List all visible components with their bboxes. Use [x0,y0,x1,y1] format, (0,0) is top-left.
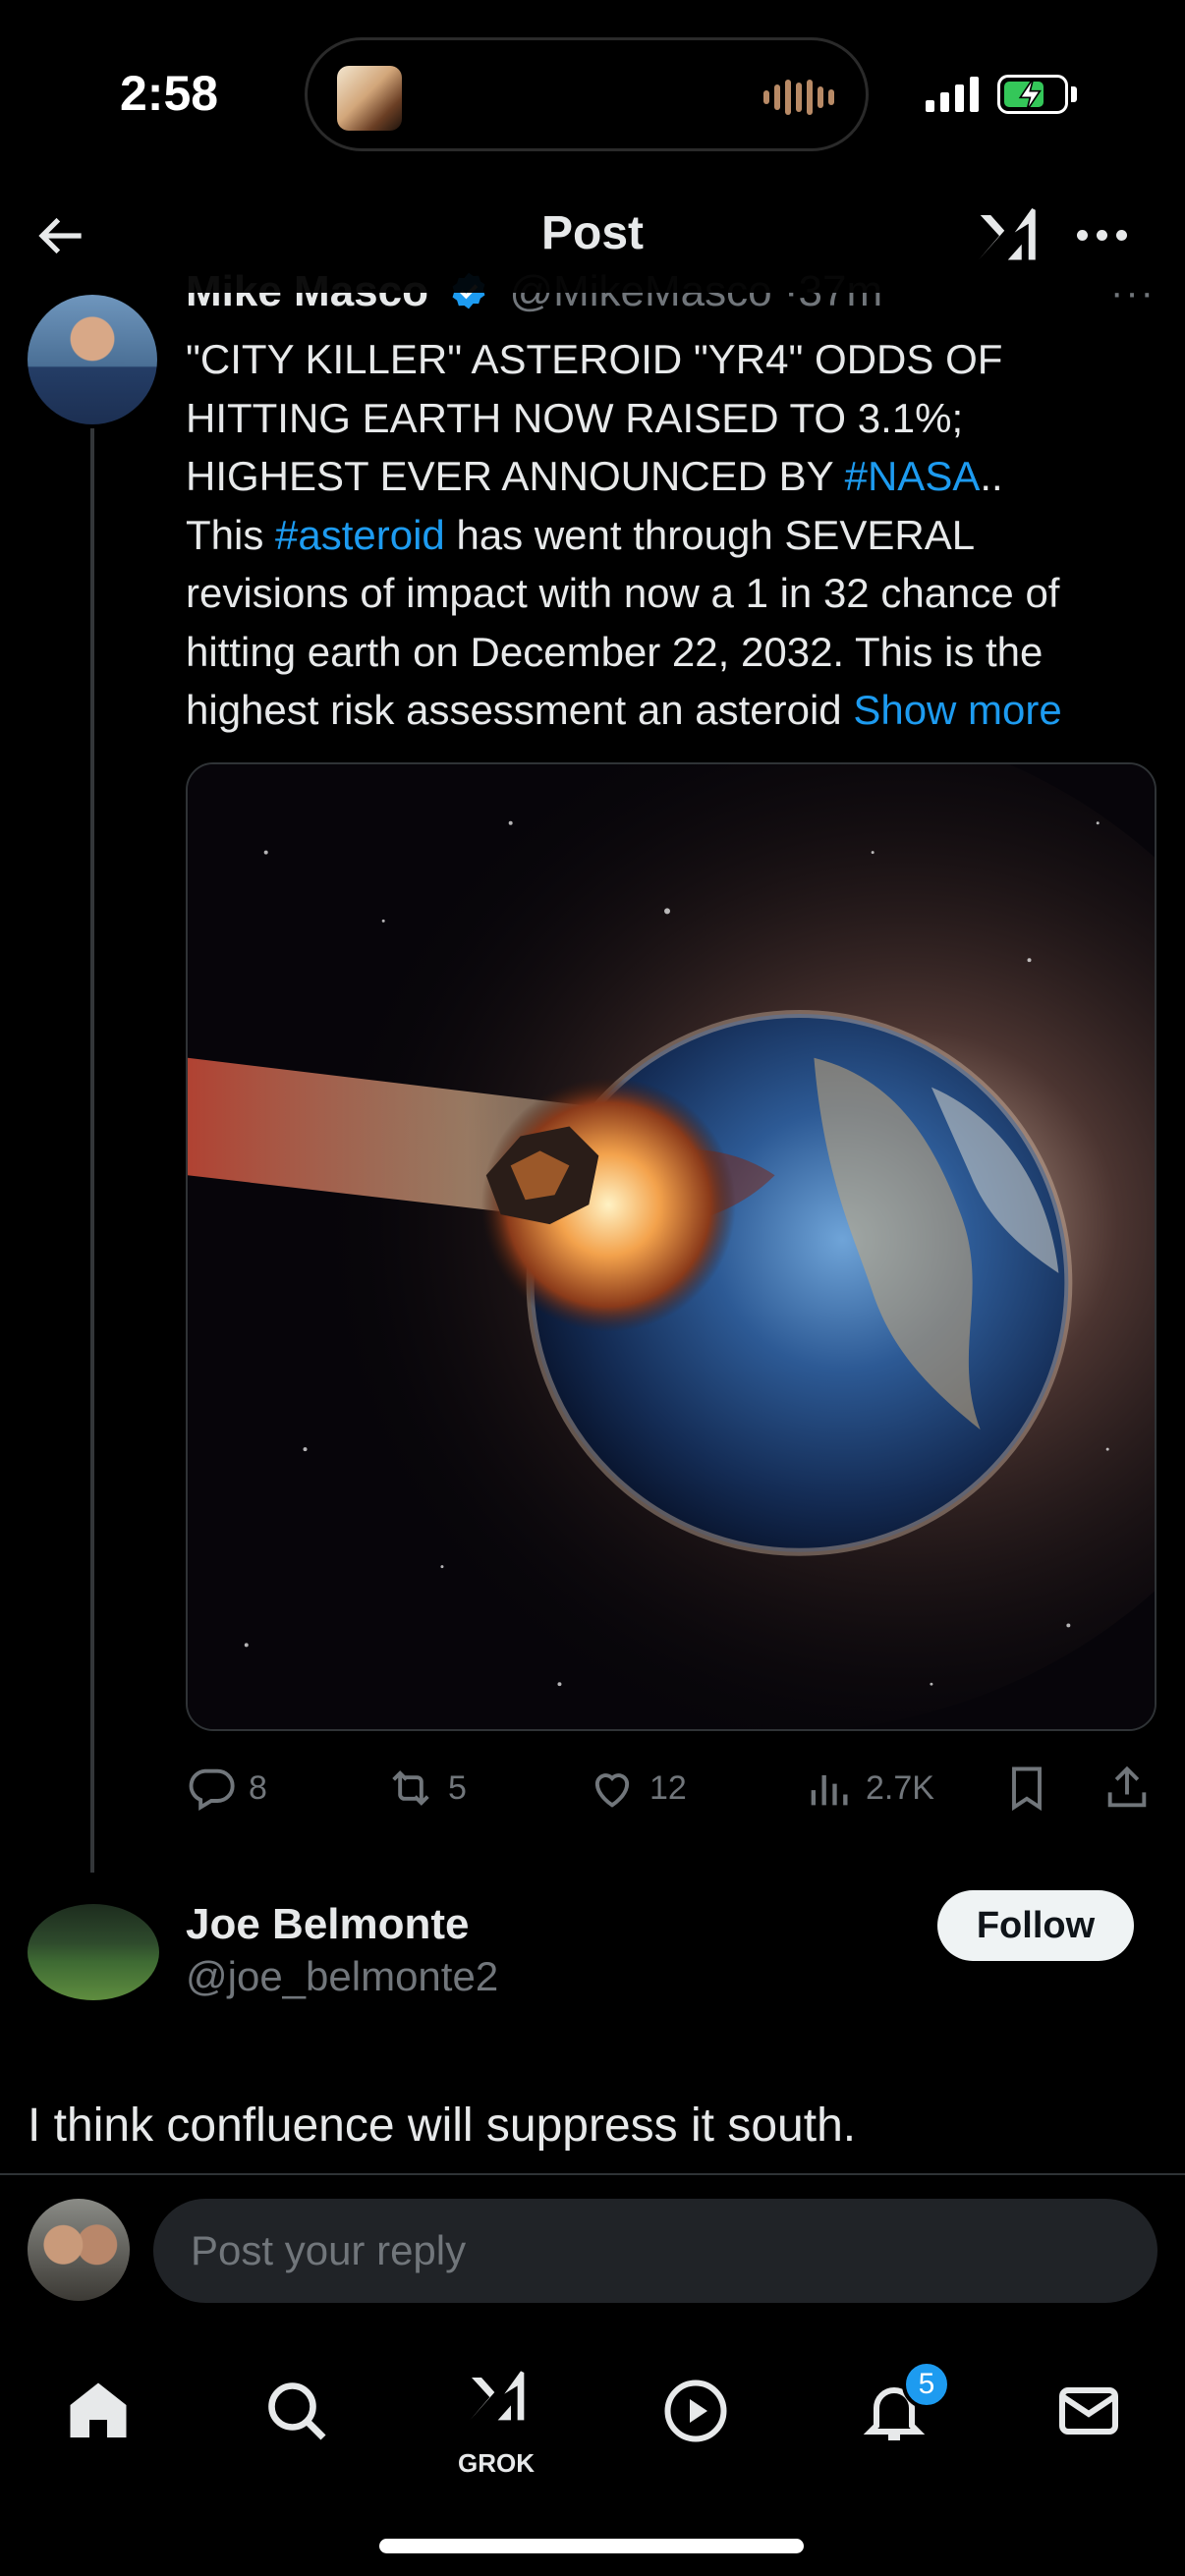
search-icon [268,2382,326,2440]
nav-video[interactable] [647,2362,745,2460]
post-text-line: HIGHEST EVER ANNOUNCED BY #NASA.. [186,447,1168,506]
follow-button[interactable]: Follow [937,1890,1134,1961]
post-text: "CITY KILLER" ASTEROID "YR4" ODDS OF HIT… [186,330,1168,740]
bookmark-action[interactable] [1001,1757,1052,1820]
post-text-line: hitting earth on December 22, 2032. This… [186,628,1044,675]
grok-label: GROK [458,2448,535,2478]
reply-author-avatar[interactable] [28,1904,159,2000]
share-icon [1107,1765,1147,1808]
post-text-line: HITTING EARTH NOW RAISED TO 3.1%; [186,394,964,441]
current-user-avatar[interactable] [28,2199,130,2301]
now-playing-artwork [337,66,402,131]
play-circle-icon [664,2380,727,2442]
views-icon [811,1775,848,1806]
post-image[interactable] [186,762,1157,1731]
post-text-line: highest risk assessment an asteroid Show… [186,681,1168,740]
nav-messages[interactable] [1040,2362,1138,2460]
post-text-line: "CITY KILLER" ASTEROID "YR4" ODDS OF [186,336,1003,382]
grok-icon[interactable] [965,195,1047,277]
dynamic-island[interactable] [305,37,869,151]
author-avatar[interactable] [28,295,157,424]
reply-author-handle: @joe_belmonte2 [186,1953,499,1999]
reply-count: 8 [249,1768,267,1807]
post-text-segment: has went through SEVERAL [444,511,976,558]
reply-action[interactable]: 8 [186,1757,267,1820]
charging-bolt-icon [1018,77,1042,112]
repost-action[interactable]: 5 [385,1757,467,1820]
share-action[interactable] [1101,1757,1153,1820]
reply-composer [0,2173,1185,2303]
nav-notifications[interactable]: 5 [845,2360,951,2460]
hashtag-asteroid-link[interactable]: #asteroid [275,512,445,558]
views-count: 2.7K [866,1768,934,1807]
post-text-segment: HIGHEST EVER ANNOUNCED BY [186,453,845,499]
asteroid-earth-image [188,764,1155,1729]
nav-home[interactable] [49,2362,147,2460]
views-action[interactable]: 2.7K [803,1757,934,1820]
mail-icon [1059,2387,1118,2435]
post-text-segment: This [186,511,276,558]
reply-text: I think confluence will suppress it sout… [28,2100,857,2152]
post-text-segment: highest risk assessment an asteroid [186,687,854,733]
repost-icon [392,1770,429,1806]
post-actions: 8 5 12 2.7K [186,1757,1168,1820]
home-icon [70,2382,127,2437]
post-text-line: This #asteroid has went through SEVERAL [186,506,1168,565]
thread-line [90,428,94,1873]
cellular-signal-icon [926,73,979,112]
heart-icon [594,1773,630,1808]
bottom-nav: GROK 5 [0,2303,1185,2576]
like-count: 12 [649,1768,687,1807]
home-indicator[interactable] [379,2539,804,2553]
audio-waveform-icon [763,78,834,117]
reply-icon [189,1768,235,1811]
reply-author-name[interactable]: Joe Belmonte [186,1900,470,1949]
notification-count-badge: 5 [902,2360,951,2409]
reply-input[interactable] [153,2199,1157,2303]
clock: 2:58 [120,66,219,121]
show-more-link[interactable]: Show more [853,687,1061,733]
nav-search[interactable] [248,2362,346,2460]
top-app-bar: Post [0,187,1185,293]
hashtag-nasa-link[interactable]: #NASA [845,453,981,499]
post-text-segment: .. [980,453,1003,499]
like-action[interactable]: 12 [587,1757,687,1820]
battery-nub [1071,86,1077,102]
bookmark-icon [1012,1766,1042,1812]
status-bar: 2:58 [0,0,1185,187]
post-text-line: revisions of impact with now a 1 in 32 c… [186,570,1060,616]
nav-grok[interactable]: GROK [447,2348,545,2478]
more-options-button[interactable] [1067,210,1136,259]
grok-icon [470,2371,525,2421]
repost-count: 5 [448,1768,467,1807]
